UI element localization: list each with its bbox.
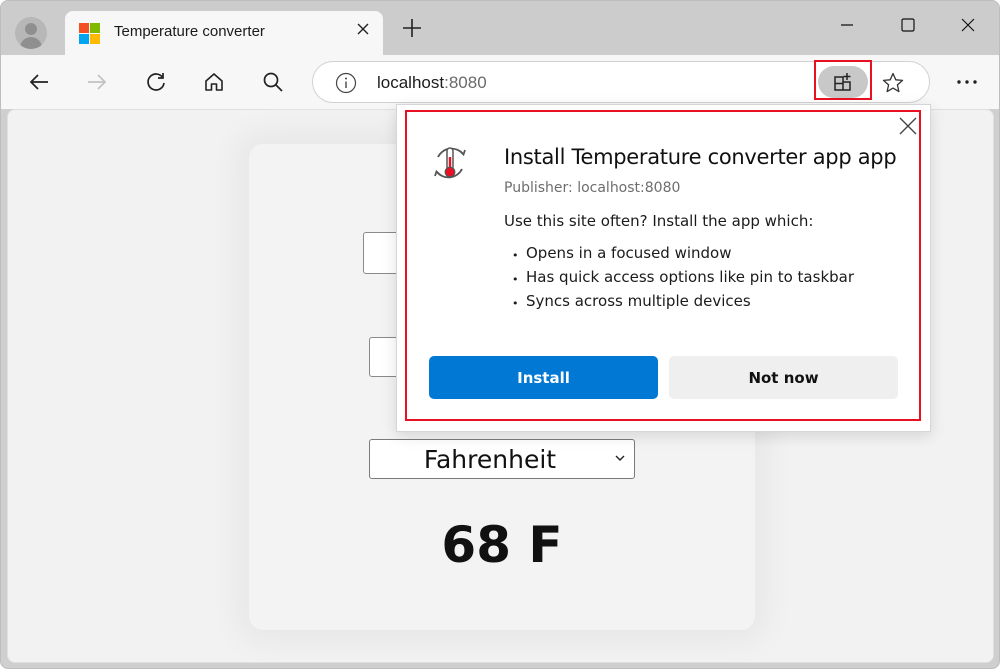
chevron-down-icon — [615, 455, 625, 461]
favorites-button[interactable] — [878, 68, 908, 98]
not-now-button[interactable]: Not now — [669, 356, 898, 399]
window-close-button[interactable] — [945, 9, 991, 41]
app-available-button[interactable] — [818, 66, 868, 98]
feature-item: • Syncs across multiple devices — [509, 291, 854, 315]
dialog-close-button[interactable] — [897, 115, 919, 137]
refresh-icon — [147, 73, 165, 91]
tab-close-button[interactable] — [353, 21, 373, 41]
dialog-publisher: Publisher: localhost:8080 — [504, 180, 681, 196]
install-app-dialog: Install Temperature converter app app Pu… — [396, 104, 931, 432]
search-icon — [263, 72, 283, 92]
new-tab-button[interactable] — [399, 17, 425, 43]
feature-item: • Has quick access options like pin to ta… — [509, 267, 854, 291]
feature-text: Syncs across multiple devices — [526, 292, 751, 310]
home-icon — [205, 73, 223, 91]
close-icon — [899, 117, 917, 135]
app-available-icon — [834, 73, 851, 91]
feature-text: Has quick access options like pin to tas… — [526, 268, 855, 286]
conversion-result: 68 F — [441, 516, 563, 574]
search-button[interactable] — [257, 66, 289, 98]
forward-button[interactable] — [81, 66, 113, 98]
info-icon — [335, 72, 357, 94]
bullet-icon: • — [512, 273, 519, 286]
address-bar[interactable]: localhost:8080 — [312, 61, 930, 103]
close-icon — [357, 23, 369, 35]
dialog-title: Install Temperature converter app app — [504, 145, 897, 169]
maximize-button[interactable] — [885, 9, 931, 41]
maximize-icon — [901, 18, 915, 32]
avatar-head — [25, 23, 37, 35]
thermometer-app-icon — [430, 143, 470, 183]
dialog-description: Use this site often? Install the app whi… — [504, 212, 814, 230]
avatar-body — [20, 37, 42, 49]
browser-window: Temperature converter localhost:8080 Fah… — [0, 0, 1000, 669]
profile-avatar-button[interactable] — [15, 17, 47, 49]
feature-text: Opens in a focused window — [526, 244, 732, 262]
site-info-button[interactable] — [335, 72, 357, 94]
back-icon — [29, 74, 48, 90]
to-unit-value: Fahrenheit — [423, 445, 557, 474]
refresh-button[interactable] — [140, 66, 172, 98]
feature-list: • Opens in a focused window • Has quick ac… — [509, 243, 854, 315]
forward-icon — [88, 74, 107, 90]
url-host: localhost — [377, 73, 445, 92]
tab-strip: Temperature converter — [1, 1, 999, 55]
tab-title: Temperature converter — [114, 23, 265, 40]
install-button[interactable]: Install — [429, 356, 658, 399]
feature-item: • Opens in a focused window — [509, 243, 854, 267]
navigation-toolbar: localhost:8080 — [1, 55, 999, 109]
more-icon — [957, 80, 977, 84]
minimize-button[interactable] — [824, 9, 870, 41]
back-button[interactable] — [23, 66, 55, 98]
home-button[interactable] — [198, 66, 230, 98]
microsoft-logo-icon — [79, 23, 101, 45]
bullet-icon: • — [512, 249, 519, 262]
tab-temperature-converter[interactable]: Temperature converter — [65, 11, 383, 55]
plus-icon — [403, 19, 421, 37]
favorite-star-icon — [882, 72, 904, 93]
settings-and-more-button[interactable] — [951, 66, 983, 98]
bullet-icon: • — [512, 297, 519, 310]
close-icon — [961, 18, 975, 32]
url-port: :8080 — [444, 73, 487, 92]
url-text[interactable]: localhost:8080 — [377, 73, 487, 93]
minimize-icon — [841, 24, 853, 26]
to-unit-select[interactable]: Fahrenheit — [369, 439, 635, 479]
